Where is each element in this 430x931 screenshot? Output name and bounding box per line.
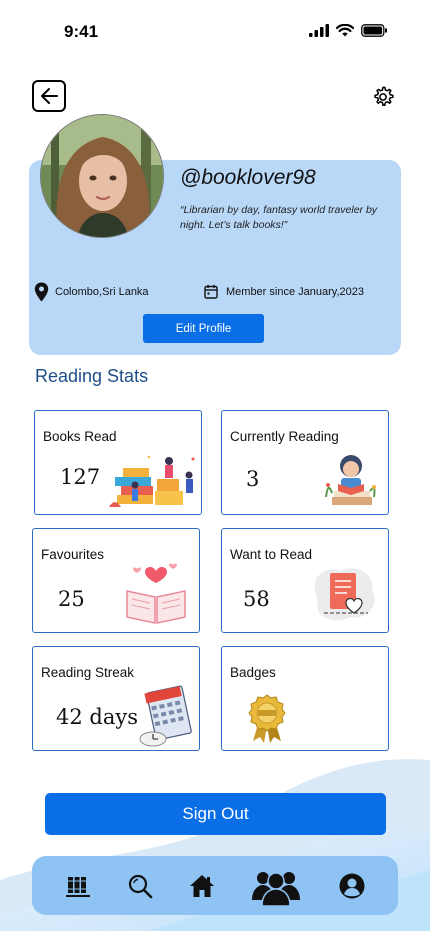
stat-card-reading-streak[interactable]: Reading Streak 42 days	[32, 646, 200, 751]
stat-card-value: 42 days	[56, 705, 139, 729]
settings-button[interactable]	[372, 86, 394, 113]
status-time: 9:41	[64, 22, 99, 41]
avatar[interactable]	[40, 114, 164, 238]
stat-card-title: Want to Read	[230, 547, 313, 562]
arrow-left-icon	[41, 88, 58, 104]
member-since: Member since January,2023	[204, 284, 364, 299]
reading-child-illustration	[325, 455, 376, 505]
stat-card-value: 127	[60, 465, 101, 489]
stat-card-currently-reading[interactable]: Currently Reading 3	[221, 410, 389, 515]
home-icon	[190, 874, 214, 897]
stat-card-title: Books Read	[43, 429, 117, 444]
nav-library[interactable]	[60, 856, 96, 915]
nav-home[interactable]	[184, 856, 220, 915]
signal-icon	[309, 24, 329, 37]
stat-card-value: 25	[58, 587, 85, 611]
wishlist-document-illustration	[314, 568, 375, 621]
status-bar: 9:41	[0, 0, 430, 60]
open-book-hearts-illustration	[126, 563, 186, 624]
section-title: Reading Stats	[35, 366, 149, 386]
profile-bio: “Librarian by day, fantasy world travele…	[180, 204, 378, 231]
location-pin-icon	[34, 282, 49, 302]
books-stack-illustration	[109, 455, 195, 507]
profile-photo	[41, 115, 163, 237]
battery-icon	[361, 24, 387, 37]
location: Colombo,Sri Lanka	[34, 282, 149, 302]
stat-card-badges[interactable]: Badges	[221, 646, 389, 751]
nav-community[interactable]	[246, 856, 306, 915]
search-icon	[128, 874, 153, 898]
award-medal-illustration	[248, 694, 286, 743]
profile-icon	[339, 873, 365, 898]
calendar-icon	[204, 284, 218, 299]
member-since-text: Member since January,2023	[226, 285, 364, 298]
edit-profile-button[interactable]: Edit Profile	[143, 314, 264, 343]
bottom-nav	[32, 856, 398, 915]
stat-card-value: 58	[243, 587, 270, 611]
gear-icon	[374, 86, 394, 106]
calendar-clock-illustration	[139, 685, 192, 747]
wifi-icon	[336, 24, 354, 37]
stat-card-books-read[interactable]: Books Read 127	[34, 410, 202, 515]
back-button[interactable]	[32, 80, 66, 112]
nav-profile[interactable]	[334, 856, 370, 915]
community-icon	[252, 871, 300, 906]
stat-card-value: 3	[246, 467, 260, 491]
stat-card-favourites[interactable]: Favourites 25	[32, 528, 200, 633]
sign-out-button[interactable]: Sign Out	[45, 793, 386, 835]
stat-card-want-to-read[interactable]: Want to Read 58	[221, 528, 389, 633]
stat-card-title: Badges	[230, 665, 276, 680]
username: @booklover98	[180, 166, 316, 189]
stat-card-title: Favourites	[41, 547, 105, 562]
stat-card-title: Reading Streak	[41, 665, 135, 680]
library-icon	[66, 876, 90, 897]
stat-card-title: Currently Reading	[230, 429, 339, 444]
nav-search[interactable]	[122, 856, 158, 915]
location-text: Colombo,Sri Lanka	[55, 286, 149, 298]
